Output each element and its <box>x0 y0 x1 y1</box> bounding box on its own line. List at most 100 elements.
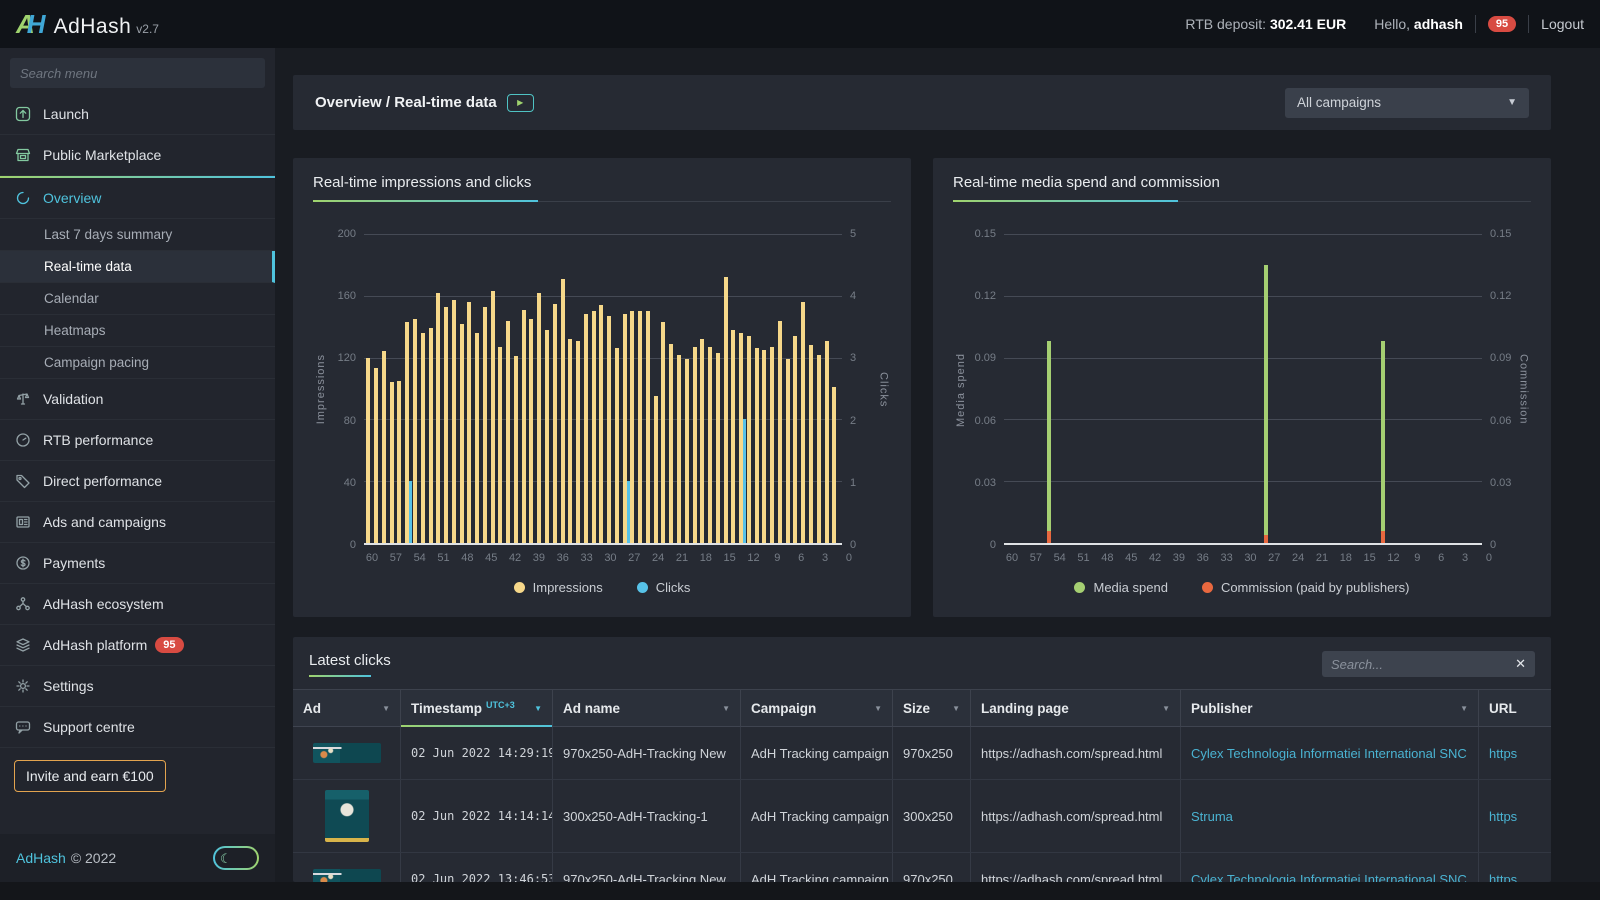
x-axis-tick-label: 3 <box>817 552 833 564</box>
impressions-bar <box>592 311 596 543</box>
bar-bucket <box>1464 234 1472 543</box>
url-link[interactable]: https <box>1489 746 1517 761</box>
spend-commission-chart-panel: Real-time media spend and commission Med… <box>933 158 1551 617</box>
impressions-bar <box>832 387 836 543</box>
impressions-bar <box>755 348 759 543</box>
axis-tick-label: 0.15 <box>1490 228 1511 240</box>
sidebar: LaunchPublic MarketplaceOverviewLast 7 d… <box>0 48 275 882</box>
campaign-filter-select[interactable]: All campaigns ▼ <box>1285 88 1529 118</box>
url-link[interactable]: https <box>1489 872 1517 883</box>
impressions-bar <box>475 333 479 543</box>
bar-bucket <box>677 234 685 543</box>
column-header-publisher[interactable]: Publisher▼ <box>1181 689 1479 727</box>
stacked-bar <box>1078 234 1082 543</box>
x-axis-tick-label: 27 <box>626 552 642 564</box>
logout-button[interactable]: Logout <box>1541 16 1584 32</box>
sidebar-item-overview[interactable]: Overview <box>0 178 275 219</box>
ads-campaigns-icon <box>14 513 32 531</box>
bar-bucket <box>723 234 731 543</box>
latest-clicks-title: Latest clicks <box>309 652 391 677</box>
ad-thumbnail[interactable] <box>313 743 381 763</box>
impressions-bar <box>809 345 813 543</box>
ad-thumbnail[interactable] <box>313 869 381 882</box>
column-header-url[interactable]: URL <box>1479 689 1551 727</box>
impressions-bar <box>731 330 735 543</box>
bar-bucket <box>1355 234 1363 543</box>
column-header-landing-page[interactable]: Landing page▼ <box>971 689 1181 727</box>
publisher-link[interactable]: Cylex Technologia Informatiei Internatio… <box>1191 746 1467 761</box>
sidebar-item-settings[interactable]: Settings <box>0 666 275 707</box>
impressions-bar <box>514 356 518 543</box>
legend-label: Impressions <box>533 580 603 595</box>
realtime-play-button[interactable]: ▶ <box>507 94 534 112</box>
publisher-link[interactable]: Struma <box>1191 809 1233 824</box>
sidebar-item-validation[interactable]: Validation <box>0 379 275 420</box>
stacked-bar <box>1023 234 1027 543</box>
publisher-link[interactable]: Cylex Technologia Informatiei Internatio… <box>1191 872 1467 883</box>
stacked-bar <box>1047 234 1051 543</box>
url-link[interactable]: https <box>1489 809 1517 824</box>
bar-bucket <box>537 234 545 543</box>
sidebar-item-rtb-performance[interactable]: RTB performance <box>0 420 275 461</box>
x-axis-tick-label: 45 <box>483 552 499 564</box>
bar-bucket <box>1231 234 1239 543</box>
impressions-bar <box>669 344 673 543</box>
sidebar-search-input[interactable] <box>10 58 265 88</box>
rtb-deposit-value: 302.41 EUR <box>1270 16 1346 32</box>
ad-thumbnail[interactable] <box>325 790 369 842</box>
axis-tick-label: 3 <box>850 352 856 364</box>
footer-brand[interactable]: AdHash <box>16 850 66 866</box>
clear-search-icon[interactable]: ✕ <box>1515 656 1526 672</box>
bar-bucket <box>490 234 498 543</box>
axis-tick-label: 0 <box>850 539 856 551</box>
x-axis-tick-label: 24 <box>650 552 666 564</box>
dark-mode-toggle[interactable]: ☾ <box>213 846 259 870</box>
bar-bucket <box>739 234 747 543</box>
sidebar-subitem-label: Real-time data <box>44 259 132 274</box>
bar-bucket <box>1200 234 1208 543</box>
stacked-bar <box>1194 234 1198 543</box>
column-header-timestamp[interactable]: TimestampUTC+3▼ <box>401 689 553 727</box>
stacked-bar <box>1132 234 1136 543</box>
campaign-filter-value: All campaigns <box>1297 95 1381 110</box>
notification-badge[interactable]: 95 <box>1488 16 1516 32</box>
sidebar-item-payments[interactable]: Payments <box>0 543 275 584</box>
axis-tick-label: 0 <box>1490 539 1496 551</box>
column-header-label: Publisher <box>1191 701 1253 716</box>
bar-bucket <box>1394 234 1402 543</box>
adhash-logo[interactable]: AH AdHash v2.7 <box>16 9 159 40</box>
sidebar-item-direct-performance[interactable]: Direct performance <box>0 461 275 502</box>
stacked-bar <box>1039 234 1043 543</box>
sidebar-subitem-campaign-pacing[interactable]: Campaign pacing <box>0 347 275 379</box>
bar-bucket <box>389 234 397 543</box>
sidebar-item-ads-and-campaigns[interactable]: Ads and campaigns <box>0 502 275 543</box>
invite-earn-button[interactable]: Invite and earn €100 <box>14 760 166 792</box>
table-row: 02 Jun 2022 14:29:19970x250-AdH-Tracking… <box>293 727 1551 780</box>
sidebar-subitem-heatmaps[interactable]: Heatmaps <box>0 315 275 347</box>
table-search-input[interactable] <box>1331 657 1509 672</box>
sidebar-item-adhash-ecosystem[interactable]: AdHash ecosystem <box>0 584 275 625</box>
impressions-bar <box>607 316 611 543</box>
sidebar-item-support-centre[interactable]: Support centre <box>0 707 275 748</box>
sidebar-item-public-marketplace[interactable]: Public Marketplace <box>0 135 275 176</box>
sidebar-subitem-calendar[interactable]: Calendar <box>0 283 275 315</box>
bar-bucket <box>1309 234 1317 543</box>
sidebar-item-adhash-platform[interactable]: AdHash platform95 <box>0 625 275 666</box>
axis-tick-label: 40 <box>344 477 356 489</box>
x-axis-tick-label: 45 <box>1123 552 1139 564</box>
column-header-size[interactable]: Size▼ <box>893 689 971 727</box>
sidebar-subitem-last-7-days-summary[interactable]: Last 7 days summary <box>0 219 275 251</box>
stacked-bar <box>1210 234 1214 543</box>
stacked-bar <box>1272 234 1276 543</box>
sidebar-item-launch[interactable]: Launch <box>0 94 275 135</box>
column-header-label: Size <box>903 701 930 716</box>
column-header-ad[interactable]: Ad▼ <box>293 689 401 727</box>
stacked-bar <box>1101 234 1105 543</box>
column-header-ad-name[interactable]: Ad name▼ <box>553 689 741 727</box>
sidebar-subitem-real-time-data[interactable]: Real-time data <box>0 251 275 283</box>
impressions-bar <box>545 330 549 543</box>
column-header-campaign[interactable]: Campaign▼ <box>741 689 893 727</box>
axis-tick-label: 0.03 <box>1490 477 1511 489</box>
landing-page-cell: https://adhash.com/spread.html <box>971 853 1181 882</box>
impressions-bar <box>793 336 797 543</box>
